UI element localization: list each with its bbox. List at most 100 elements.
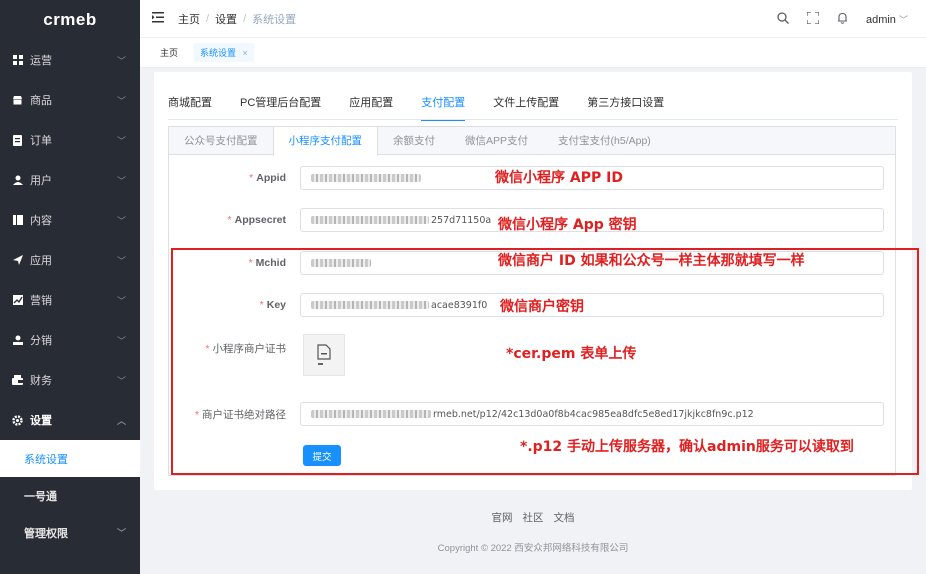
label-text: Mchid	[255, 257, 286, 269]
cert-path-input[interactable]: rmeb.net/p12/42c13d0a0f8b4cac985ea8dfc5e…	[300, 402, 884, 426]
sidebar-item-label: 营销	[30, 295, 52, 307]
tab-upload-config[interactable]: 文件上传配置	[493, 94, 559, 121]
required-mark: *	[194, 408, 199, 421]
file-icon	[317, 344, 331, 365]
sidebar-item-operations[interactable]: 运营 ﹀	[0, 40, 140, 80]
order-icon	[12, 134, 23, 146]
subtab-mini-program-pay[interactable]: 小程序支付配置	[272, 127, 378, 156]
payment-sub-tabs: 公众号支付配置 小程序支付配置 余额支付 微信APP支付 支付宝支付(h5/Ap…	[169, 127, 895, 156]
user-icon	[12, 175, 23, 186]
chevron-down-icon: ﹀	[116, 55, 126, 66]
breadcrumb-separator: /	[243, 12, 247, 25]
sidebar: crmeb 运营 ﹀ 商品 ﹀ 订单 ﹀ 用户 ﹀ 内容 ﹀ 应用 ﹀ 营销 ﹀…	[0, 0, 140, 574]
close-icon[interactable]: ×	[243, 48, 248, 58]
fullscreen-icon[interactable]	[806, 10, 820, 27]
tab-pc-admin-config[interactable]: PC管理后台配置	[240, 94, 321, 121]
cert-upload[interactable]	[303, 334, 345, 376]
field-label: * Mchid	[169, 257, 294, 269]
user-menu[interactable]: admin ﹀	[866, 13, 908, 26]
footer-link-website[interactable]: 官网	[492, 510, 513, 525]
label-text: Appid	[256, 172, 286, 184]
tab-third-party-config[interactable]: 第三方接口设置	[587, 94, 664, 121]
annotation-mchid: 微信商户 ID 如果和公众号一样主体那就填写一样	[498, 253, 805, 269]
label-text: 商户证书绝对路径	[202, 408, 286, 421]
masked-value	[311, 259, 371, 267]
footer: 官网 社区 文档 Copyright © 2022 西安众邦网络科技有限公司	[140, 510, 926, 554]
masked-value	[311, 410, 431, 418]
sidebar-subitem-label: 一号通	[24, 490, 57, 503]
chevron-down-icon: ﹀	[116, 175, 126, 186]
sidebar-subitem-permissions[interactable]: 管理权限 ﹀	[0, 514, 140, 551]
chart-icon	[12, 295, 23, 306]
chevron-down-icon: ﹀	[116, 95, 126, 106]
tabs-divider	[168, 119, 898, 120]
field-label: * Key	[169, 299, 294, 311]
chevron-down-icon: ﹀	[116, 335, 126, 346]
tags-bar: 主页 系统设置 ×	[140, 38, 926, 68]
shop-icon	[12, 95, 23, 106]
menu-toggle-icon[interactable]	[152, 11, 164, 26]
required-mark: *	[249, 172, 254, 184]
label-text: Appsecret	[234, 214, 286, 226]
sidebar-item-users[interactable]: 用户 ﹀	[0, 160, 140, 200]
chevron-down-icon: ﹀	[116, 255, 126, 266]
sidebar-item-finance[interactable]: 财务 ﹀	[0, 360, 140, 400]
tag-home[interactable]: 主页	[154, 43, 185, 62]
gear-icon	[12, 414, 23, 426]
distribution-icon	[12, 335, 23, 346]
sidebar-subitem-system-settings[interactable]: 系统设置	[0, 440, 140, 477]
annotation-cert: *cer.pem 表单上传	[506, 346, 637, 362]
settings-card: 商城配置 PC管理后台配置 应用配置 支付配置 文件上传配置 第三方接口设置 公…	[154, 72, 912, 490]
field-label: * Appid	[169, 172, 294, 184]
sidebar-item-label: 商品	[30, 95, 52, 107]
sidebar-subitem-label: 管理权限	[24, 527, 68, 540]
tab-payment-config[interactable]: 支付配置	[421, 94, 466, 121]
grid-icon	[12, 55, 23, 66]
required-mark: *	[248, 257, 253, 269]
masked-value	[311, 216, 429, 224]
tag-system-settings[interactable]: 系统设置 ×	[194, 43, 254, 62]
search-icon[interactable]	[777, 11, 789, 27]
finance-icon	[12, 375, 23, 386]
subtab-balance-pay[interactable]: 余额支付	[378, 127, 450, 154]
sidebar-item-distribution[interactable]: 分销 ﹀	[0, 320, 140, 360]
content-icon	[12, 215, 23, 226]
breadcrumb-settings[interactable]: 设置	[215, 11, 237, 27]
chevron-down-icon: ﹀	[116, 528, 126, 538]
masked-value	[311, 301, 429, 309]
sidebar-subitem-yihaotong[interactable]: 一号通	[0, 477, 140, 514]
sidebar-item-label: 应用	[30, 255, 52, 267]
sidebar-item-apps[interactable]: 应用 ﹀	[0, 240, 140, 280]
subtab-official-account-pay[interactable]: 公众号支付配置	[169, 127, 273, 154]
subtab-alipay[interactable]: 支付宝支付(h5/App)	[543, 127, 666, 154]
tab-app-config[interactable]: 应用配置	[349, 94, 393, 121]
cert-path-value: rmeb.net/p12/42c13d0a0f8b4cac985ea8dfc5e…	[433, 408, 754, 420]
sidebar-item-marketing[interactable]: 营销 ﹀	[0, 280, 140, 320]
footer-links: 官网 社区 文档	[140, 510, 926, 525]
sidebar-item-label: 订单	[30, 135, 52, 147]
sidebar-item-content[interactable]: 内容 ﹀	[0, 200, 140, 240]
sidebar-item-orders[interactable]: 订单 ﹀	[0, 120, 140, 160]
config-tabs: 商城配置 PC管理后台配置 应用配置 支付配置 文件上传配置 第三方接口设置	[168, 94, 664, 121]
app: crmeb 运营 ﹀ 商品 ﹀ 订单 ﹀ 用户 ﹀ 内容 ﹀ 应用 ﹀ 营销 ﹀…	[0, 0, 926, 574]
sidebar-item-label: 运营	[30, 55, 52, 67]
field-label: * 小程序商户证书	[169, 341, 294, 356]
sidebar-item-settings[interactable]: 设置 ︿	[0, 400, 140, 440]
tab-mall-config[interactable]: 商城配置	[168, 94, 212, 121]
footer-link-docs[interactable]: 文档	[554, 510, 575, 525]
footer-link-community[interactable]: 社区	[523, 510, 544, 525]
appsecret-suffix: 257d71150a	[431, 214, 492, 226]
breadcrumb-current: 系统设置	[252, 13, 297, 26]
annotation-appid: 微信小程序 APP ID	[495, 170, 623, 186]
chevron-down-icon: ﹀	[116, 375, 126, 386]
annotation-appsecret: 微信小程序 App 密钥	[498, 217, 637, 233]
chevron-down-icon: ﹀	[116, 215, 126, 226]
key-input[interactable]: acae8391f0	[300, 293, 884, 317]
header-actions: admin ﹀	[777, 0, 908, 38]
breadcrumb-home[interactable]: 主页	[178, 11, 200, 27]
field-label: * Appsecret	[169, 214, 294, 226]
sidebar-item-products[interactable]: 商品 ﹀	[0, 80, 140, 120]
bell-icon[interactable]	[837, 12, 848, 27]
subtab-wechat-app-pay[interactable]: 微信APP支付	[450, 127, 543, 154]
submit-button[interactable]: 提交	[303, 445, 341, 466]
